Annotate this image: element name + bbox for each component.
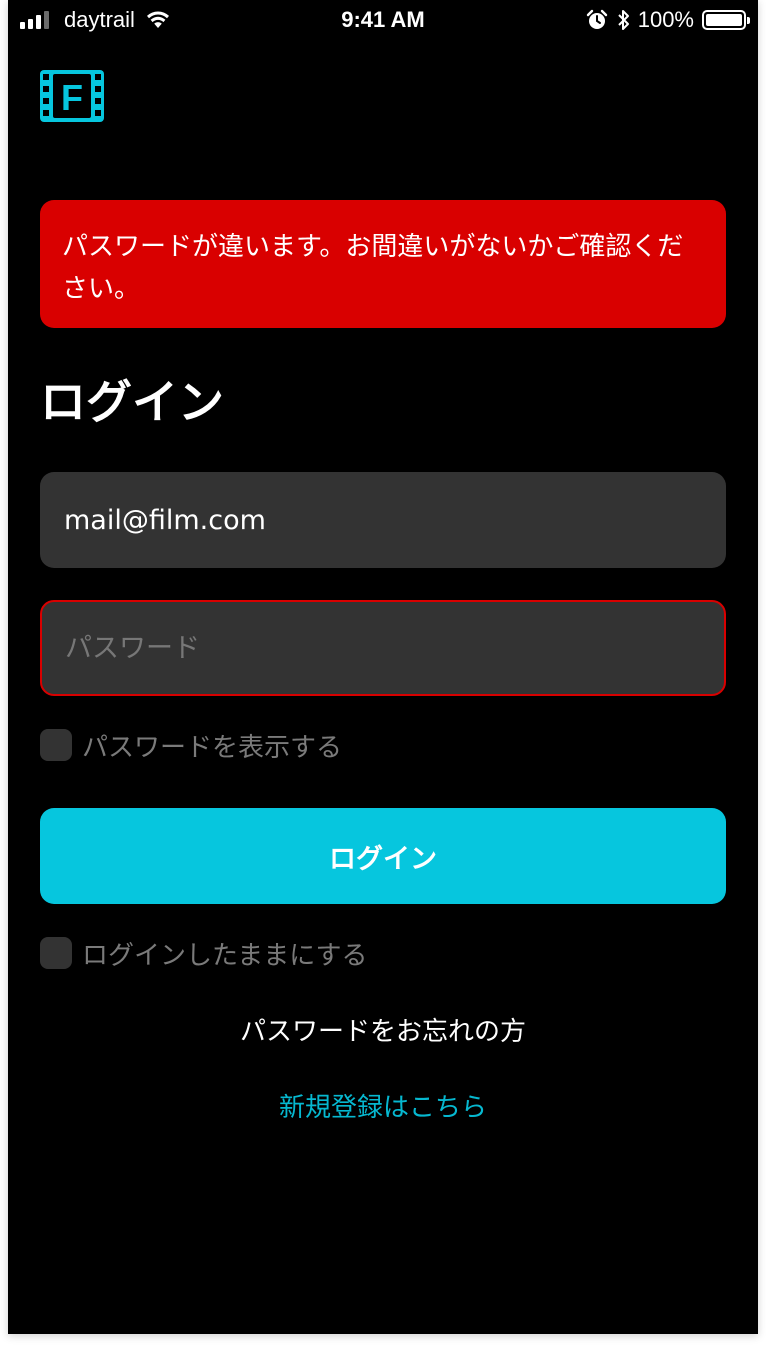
forgot-password-link[interactable]: パスワードをお忘れの方 bbox=[8, 1012, 758, 1052]
email-field[interactable] bbox=[40, 472, 726, 568]
show-password-label: パスワードを表示する bbox=[82, 732, 343, 763]
battery-percentage: 100% bbox=[637, 7, 694, 32]
status-bar-right: 100% bbox=[586, 6, 750, 34]
phone-screen: daytrail 9:41 AM 100% F パスワードが違います。お間違いが… bbox=[8, 0, 758, 1334]
register-link[interactable]: 新規登録はこちら bbox=[8, 1088, 758, 1128]
status-bar: daytrail 9:41 AM 100% bbox=[8, 0, 758, 40]
film-logo-icon: F bbox=[40, 70, 104, 122]
battery-icon bbox=[702, 10, 750, 30]
page-title: ログイン bbox=[40, 375, 224, 429]
error-message-banner: パスワードが違います。お間違いがないかご確認ください。 bbox=[40, 200, 726, 328]
stay-logged-in-checkbox[interactable] bbox=[40, 937, 72, 969]
alarm-icon bbox=[586, 9, 607, 29]
stay-logged-in-option[interactable]: ログインしたままにする bbox=[40, 936, 368, 971]
show-password-option[interactable]: パスワードを表示する bbox=[40, 728, 343, 763]
bluetooth-icon bbox=[618, 10, 629, 30]
password-field[interactable] bbox=[40, 600, 726, 696]
show-password-checkbox[interactable] bbox=[40, 729, 72, 761]
stay-logged-in-label: ログインしたままにする bbox=[82, 940, 368, 971]
svg-text:F: F bbox=[61, 77, 83, 118]
login-button[interactable]: ログイン bbox=[40, 808, 726, 904]
